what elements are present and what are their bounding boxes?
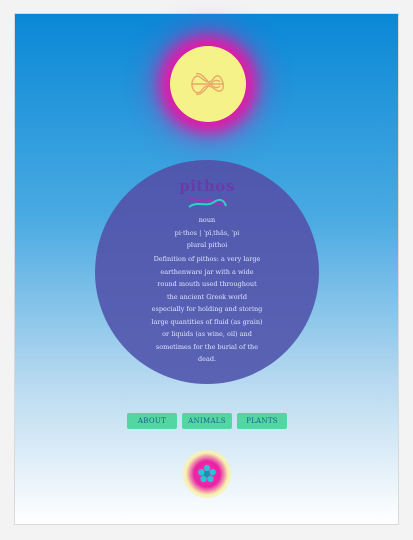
nav-plants-button[interactable]: PLANTS xyxy=(237,413,287,429)
plural-form: plural pithoi xyxy=(186,241,228,249)
definition-text: Definition of pithos: a very large earth… xyxy=(151,255,263,363)
sun-emblem xyxy=(170,46,246,122)
flower-icon xyxy=(198,464,216,483)
nav-animals-button[interactable]: ANIMALS xyxy=(182,413,232,429)
nav-about-button[interactable]: ABOUT xyxy=(127,413,177,429)
pronunciation: pi·thos | ˈpīˌthäs, ˈpi xyxy=(174,229,240,237)
headword: pithos xyxy=(179,177,235,195)
fish-knot-icon xyxy=(188,196,227,208)
part-of-speech: noun xyxy=(198,216,216,224)
definition-card: pithos noun pi·thos | ˈpīˌthäs, ˈpi plur… xyxy=(95,160,319,384)
knot-icon xyxy=(191,72,224,96)
